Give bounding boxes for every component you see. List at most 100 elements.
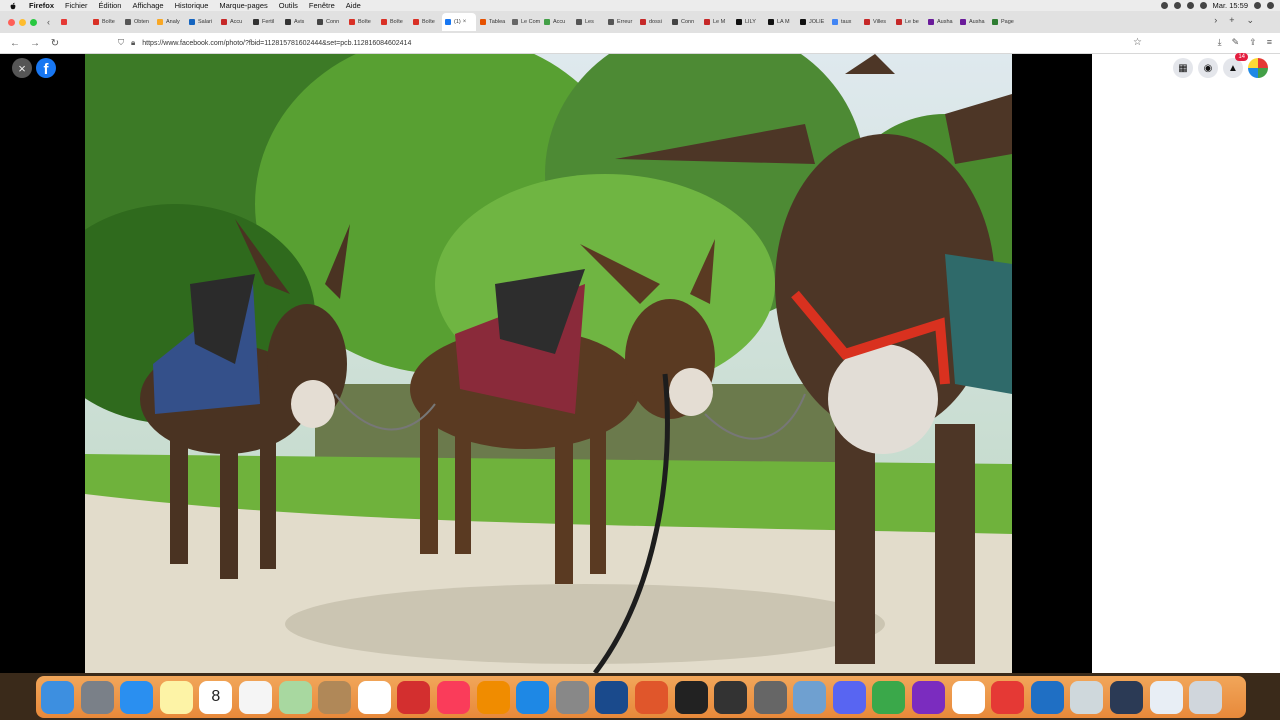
url-text[interactable]: https://www.facebook.com/photo/?fbid=112… (142, 40, 411, 47)
spotlight-icon[interactable] (1254, 2, 1261, 9)
tab[interactable]: taux (829, 13, 860, 31)
tab[interactable]: Page (989, 13, 1020, 31)
reminders-icon[interactable] (238, 680, 272, 714)
tab[interactable]: Salari (186, 13, 217, 31)
share-icon[interactable]: ⇪ (1249, 37, 1257, 48)
reload-button[interactable]: ↻ (50, 38, 60, 49)
firefox-icon[interactable] (634, 680, 668, 714)
system-preferences-icon[interactable] (555, 680, 589, 714)
tab[interactable]: Le Comité (509, 13, 540, 31)
url-bar[interactable]: ⛉ 🔒︎ https://www.facebook.com/photo/?fbi… (118, 35, 1148, 51)
discord-icon[interactable] (832, 680, 866, 714)
app-store-icon[interactable] (516, 680, 550, 714)
safari-icon[interactable] (120, 680, 154, 714)
menu-historique[interactable]: Historique (175, 1, 209, 10)
launchpad-icon[interactable] (80, 680, 114, 714)
tab[interactable]: Boîte (346, 13, 377, 31)
tab[interactable]: Accu (541, 13, 572, 31)
notifications-button[interactable]: ▲ 14 (1223, 53, 1248, 78)
tab[interactable]: Tablea (477, 13, 508, 31)
close-window-button[interactable] (8, 18, 15, 26)
preview-icon[interactable] (793, 680, 827, 714)
trash-icon[interactable] (1189, 680, 1223, 714)
tab[interactable]: Boîte (378, 13, 409, 31)
tracking-shield-icon[interactable]: ⛉ (118, 38, 124, 48)
tab[interactable]: Fertil (250, 13, 281, 31)
menu-edition[interactable]: Édition (99, 1, 122, 10)
list-all-tabs-icon[interactable]: ⌄ (1246, 15, 1254, 26)
menu-icon[interactable]: ≡ (1267, 37, 1272, 48)
contacts-icon[interactable] (318, 680, 352, 714)
tab[interactable]: Conn (669, 13, 700, 31)
tab[interactable]: LA M (765, 13, 796, 31)
tab[interactable]: Boîte (90, 13, 121, 31)
audio-wave-icon[interactable] (951, 680, 985, 714)
calendar-icon[interactable]: 8 (199, 680, 233, 714)
photos-icon[interactable] (357, 680, 391, 714)
music-folder-icon[interactable] (1149, 680, 1183, 714)
tab[interactable]: Le M (701, 13, 732, 31)
menu-outils[interactable]: Outils (279, 1, 298, 10)
tab[interactable]: dossi (637, 13, 668, 31)
tab[interactable]: Accu (218, 13, 249, 31)
dvd-icon[interactable] (714, 680, 748, 714)
music-icon[interactable] (436, 680, 470, 714)
tab[interactable]: Boîte (410, 13, 441, 31)
acrobat-icon[interactable] (397, 680, 431, 714)
tab[interactable]: JOLIE (797, 13, 828, 31)
extension-icon[interactable]: ✎ (1232, 37, 1240, 48)
tab-active[interactable]: (1) × (442, 13, 476, 31)
menu-fenetre[interactable]: Fenêtre (309, 1, 335, 10)
menu-marque-pages[interactable]: Marque-pages (219, 1, 267, 10)
close-tab-icon[interactable]: × (463, 19, 467, 25)
notes-icon[interactable] (159, 680, 193, 714)
airline-icon[interactable] (1030, 680, 1064, 714)
tab[interactable]: LILY (733, 13, 764, 31)
menu-bar-clock[interactable]: Mar. 15:59 (1213, 1, 1248, 10)
menu-fichier[interactable]: Fichier (65, 1, 88, 10)
tab[interactable]: Ausha (957, 13, 988, 31)
first-aid-icon[interactable] (991, 680, 1025, 714)
close-photo-button[interactable]: × (12, 58, 32, 78)
finder-icon[interactable] (41, 680, 74, 714)
tab[interactable]: Conn (314, 13, 345, 31)
tab[interactable]: Les (573, 13, 604, 31)
calculator-icon[interactable] (753, 680, 787, 714)
archive-box-icon[interactable] (1070, 680, 1104, 714)
menu-grid-button[interactable]: ▦ (1173, 58, 1193, 78)
wifi-icon[interactable] (1173, 2, 1181, 9)
tab[interactable] (58, 13, 89, 31)
maps-icon[interactable] (278, 680, 312, 714)
record-icon[interactable] (1160, 2, 1168, 9)
tab[interactable]: Analy (154, 13, 185, 31)
new-tab-button[interactable]: + (1229, 15, 1234, 26)
tab[interactable]: Villes (861, 13, 892, 31)
volume-icon[interactable] (1186, 2, 1194, 9)
lock-icon[interactable]: 🔒︎ (131, 38, 135, 48)
final-cut-icon[interactable] (674, 680, 708, 714)
books-icon[interactable] (476, 680, 510, 714)
battery-icon[interactable] (1199, 2, 1207, 9)
globe-icon[interactable] (595, 680, 629, 714)
tab[interactable]: Le be (893, 13, 924, 31)
control-center-icon[interactable] (1267, 2, 1274, 9)
profile-avatar[interactable] (1248, 58, 1268, 78)
podcast-headphones-icon[interactable] (912, 680, 946, 714)
tab[interactable]: Erreur (605, 13, 636, 31)
forward-button[interactable]: → (30, 38, 40, 49)
tab-scroll-right-icon[interactable]: › (1214, 15, 1217, 26)
menu-affichage[interactable]: Affichage (132, 1, 163, 10)
downloads-icon[interactable]: ⤓ (1218, 37, 1222, 48)
tab[interactable]: Ausha (925, 13, 956, 31)
facebook-logo[interactable]: f (36, 58, 56, 78)
bookmark-star-icon[interactable]: ☆ (1133, 37, 1142, 48)
tab[interactable]: Obten (122, 13, 153, 31)
apple-icon[interactable] (9, 2, 17, 10)
menu-app-name[interactable]: Firefox (29, 1, 54, 10)
back-button[interactable]: ← (10, 38, 20, 49)
menu-aide[interactable]: Aide (346, 1, 361, 10)
messenger-button[interactable]: ◉ (1198, 58, 1218, 78)
minimize-window-button[interactable] (19, 18, 26, 26)
tab-scroll-left-icon[interactable]: ‹ (47, 17, 50, 27)
tab[interactable]: Avis (282, 13, 313, 31)
